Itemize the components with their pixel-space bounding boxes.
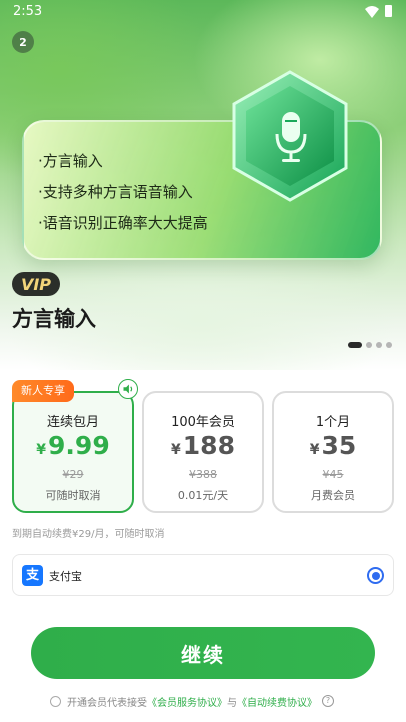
status-time: 2:53	[13, 4, 43, 19]
payment-method-label: 支付宝	[49, 570, 82, 583]
payment-method-alipay[interactable]: 支 支付宝	[12, 554, 394, 596]
plan-card-monthly-auto[interactable]: 连续包月 ¥9.99 ¥29 可随时取消	[12, 391, 134, 513]
pager-dot[interactable]	[386, 342, 392, 348]
pager-dot[interactable]	[376, 342, 382, 348]
plan-original-price: ¥45	[322, 468, 344, 481]
price-value: 35	[321, 431, 357, 460]
plan-name: 1个月	[315, 415, 351, 430]
membership-agreement-link[interactable]: 《会员服务协议》	[147, 694, 227, 709]
plan-name: 100年会员	[171, 415, 235, 430]
plan-card-100-year[interactable]: 100年会员 ¥188 ¥388 0.01元/天	[142, 391, 264, 513]
feature-item: ·语音识别正确率大大提高	[38, 214, 208, 232]
agreement-conj: 与	[227, 697, 237, 709]
notification-badge[interactable]: 2	[12, 31, 34, 53]
pager-dot-active[interactable]	[348, 342, 362, 348]
continue-button[interactable]: 继续	[31, 627, 375, 679]
plan-price: ¥35	[274, 431, 392, 460]
currency-symbol: ¥	[309, 442, 320, 458]
auto-renew-agreement-link[interactable]: 《自动续费协议》	[237, 694, 317, 709]
currency-symbol: ¥	[171, 442, 181, 458]
payment-radio[interactable]	[367, 567, 384, 584]
status-bar: 2:53	[0, 0, 406, 26]
pager-dot[interactable]	[366, 342, 372, 348]
help-icon[interactable]: ?	[322, 695, 334, 707]
battery-icon	[385, 5, 392, 17]
carousel-pager[interactable]	[348, 342, 392, 348]
auto-renew-note: 到期自动续费¥29/月，可随时取消	[12, 529, 165, 540]
price-value: 9.99	[48, 431, 110, 460]
plan-note: 可随时取消	[45, 489, 101, 502]
price-value: 188	[182, 431, 235, 460]
plan-price: ¥9.99	[14, 431, 132, 460]
agree-checkbox[interactable]	[50, 695, 61, 707]
microphone-icon	[275, 112, 307, 162]
plan-price: ¥188	[144, 431, 262, 460]
agreement-prefix: 开通会员代表接受	[67, 697, 147, 709]
new-user-tag: 新人专享	[12, 380, 74, 402]
plan-card-1-month[interactable]: 1个月 ¥35 ¥45 月费会员	[272, 391, 394, 513]
agreement-row: 开通会员代表接受 《会员服务协议》 与 《自动续费协议》 ?	[50, 693, 334, 709]
plan-original-price: ¥29	[62, 468, 84, 481]
alipay-icon: 支	[22, 565, 43, 586]
vip-badge: VIP	[12, 272, 60, 296]
plan-name: 连续包月	[46, 415, 99, 430]
wifi-icon	[365, 6, 379, 18]
plan-note: 月费会员	[311, 489, 355, 502]
page-title: 方言输入	[12, 307, 96, 331]
feature-item: ·方言输入	[38, 152, 103, 170]
plan-original-price: ¥388	[189, 468, 217, 481]
feature-list: ·方言输入 ·支持多种方言语音输入 ·语音识别正确率大大提高	[38, 146, 208, 239]
feature-item: ·支持多种方言语音输入	[38, 183, 193, 201]
currency-symbol: ¥	[36, 442, 47, 458]
speaker-icon[interactable]	[118, 379, 138, 399]
plan-note: 0.01元/天	[177, 489, 229, 502]
